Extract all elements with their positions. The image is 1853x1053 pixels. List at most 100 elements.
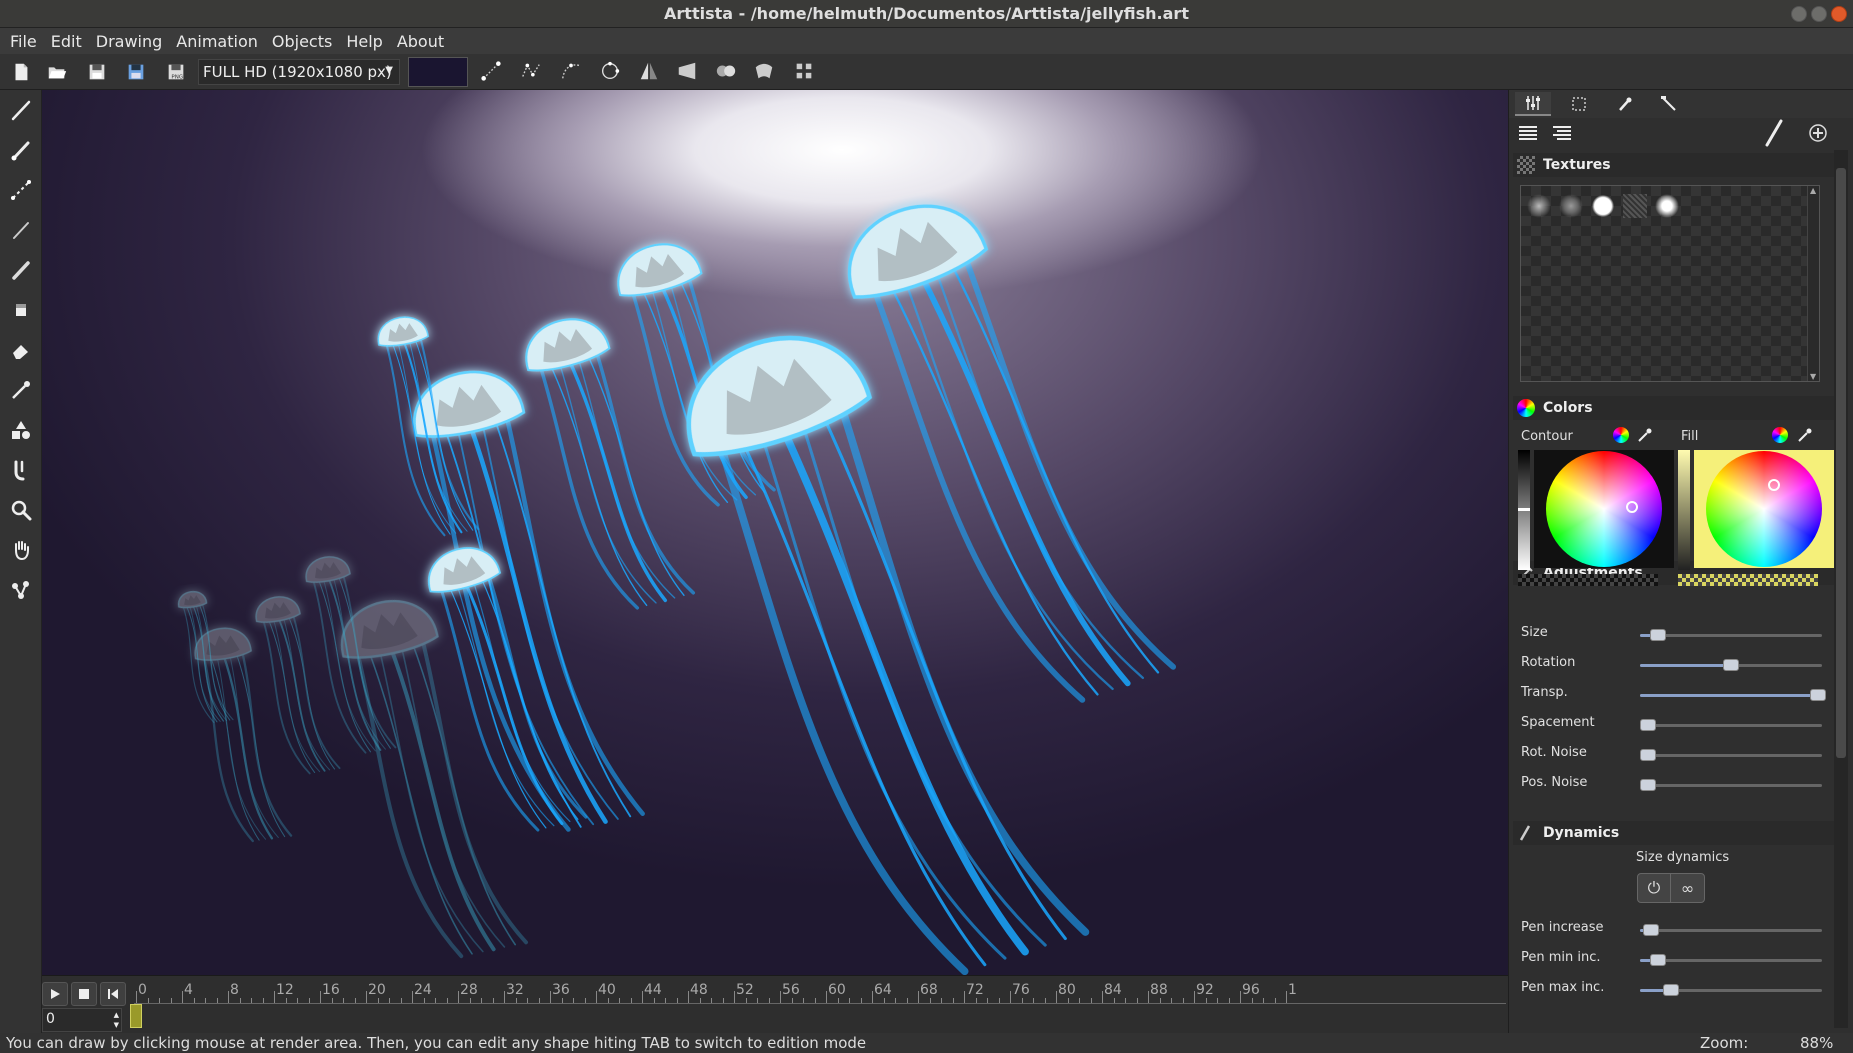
slider-track[interactable] [1640,719,1822,731]
tool-shapes[interactable] [7,416,35,444]
timeline-ruler[interactable]: 0 4 8 12 16 20 24 28 32 36 40 44 48 52 56 60 64 68 72 76 80 8… [134,980,1506,1004]
slider-handle[interactable] [1640,779,1656,791]
background-color-swatch[interactable] [408,57,468,87]
render-area[interactable] [42,90,1508,975]
slider-track[interactable] [1640,629,1822,641]
contour-color-picker[interactable] [1534,450,1674,568]
detail-view-button[interactable] [1549,120,1575,146]
fill-alpha-strip[interactable] [1678,574,1818,586]
tab-adjustments[interactable] [1515,92,1551,116]
tool-smudge[interactable] [7,456,35,484]
save-button[interactable] [84,60,110,84]
panel-scrollbar[interactable] [1834,150,1848,1028]
spin-up-icon[interactable]: ▲ [114,1011,119,1019]
scroll-up-icon[interactable]: ▲ [1810,186,1816,195]
open-file-button[interactable] [44,60,70,84]
warp-button[interactable] [753,60,779,84]
dynamics-off-button[interactable]: ⏻ [1638,874,1671,902]
contour-brightness-bar[interactable] [1518,450,1530,570]
texture-noise[interactable] [1623,194,1647,218]
fill-brightness-bar[interactable] [1678,450,1690,570]
slider-track[interactable] [1640,689,1827,701]
tab-tools[interactable] [1651,92,1687,116]
flip-button[interactable] [638,60,664,84]
dynamics-section-header[interactable]: Dynamics [1513,821,1838,845]
textures-section-header[interactable]: Textures [1513,153,1838,177]
contour-color-selector[interactable] [1626,501,1638,513]
slider-handle[interactable] [1723,659,1739,671]
tool-eyedropper[interactable] [7,376,35,404]
slider-track[interactable] [1640,954,1822,966]
texture-grain[interactable] [1559,194,1583,218]
menu-animation[interactable]: Animation [176,32,258,51]
current-frame-marker[interactable] [130,1004,142,1028]
curve-button[interactable] [560,60,586,84]
contour-alpha-strip[interactable] [1518,574,1658,586]
export-png-button[interactable]: PNG [163,60,189,84]
slider-track[interactable] [1640,749,1822,761]
menu-help[interactable]: Help [346,32,382,51]
fill-color-picker[interactable] [1694,450,1834,568]
menu-about[interactable]: About [397,32,444,51]
perspective-button[interactable] [676,60,702,84]
frame-spinner[interactable]: 0 ▲ ▼ [42,1008,122,1032]
new-file-button[interactable] [8,60,34,84]
minimize-button[interactable] [1791,6,1807,22]
polyline-button[interactable] [520,60,546,84]
texture-soft[interactable] [1527,194,1551,218]
tool-pen[interactable] [7,96,35,124]
tool-fill[interactable] [7,296,35,324]
resolution-select[interactable]: FULL HD (1920x1080 px) ▼ [198,59,400,85]
colors-section-header[interactable]: Colors [1513,396,1838,420]
tool-dotted-line[interactable] [7,176,35,204]
add-brush-button[interactable] [1805,120,1831,146]
slider-handle[interactable] [1640,719,1656,731]
menu-drawing[interactable]: Drawing [96,32,163,51]
slider-handle[interactable] [1642,924,1659,936]
play-button[interactable] [42,982,68,1006]
textures-scrollbar[interactable]: ▲ ▼ [1807,186,1819,381]
stop-button[interactable] [71,982,97,1006]
slider-handle[interactable] [1662,984,1679,996]
dynamics-loop-button[interactable]: ∞ [1671,874,1704,902]
blend-button[interactable] [715,60,741,84]
slider-handle[interactable] [1650,629,1667,641]
current-brush-preview[interactable] [1759,118,1787,148]
menu-file[interactable]: File [10,32,37,51]
scroll-down-icon[interactable]: ▼ [1810,372,1816,381]
texture-star[interactable] [1655,194,1679,218]
close-button[interactable] [1831,6,1847,22]
tool-brush[interactable] [7,136,35,164]
tool-pencil[interactable] [7,216,35,244]
slider-handle[interactable] [1640,749,1656,761]
tool-marker[interactable] [7,256,35,284]
transform-points-button[interactable] [480,60,506,84]
tab-selection[interactable] [1561,92,1597,116]
save-as-button[interactable] [123,60,149,84]
slider-track[interactable] [1640,924,1822,936]
scrollbar-thumb[interactable] [1836,168,1846,758]
tool-pan[interactable] [7,536,35,564]
slider-handle[interactable] [1810,689,1827,701]
tool-nodes[interactable] [7,576,35,604]
slider-track[interactable] [1640,659,1822,671]
list-view-button[interactable] [1515,120,1541,146]
textures-grid[interactable]: ▲ ▼ [1520,185,1820,382]
fill-color-selector[interactable] [1768,479,1780,491]
contour-eyedropper-button[interactable] [1636,426,1654,444]
maximize-button[interactable] [1811,6,1827,22]
spin-down-icon[interactable]: ▼ [114,1021,119,1029]
menu-edit[interactable]: Edit [51,32,82,51]
fill-hue-wheel[interactable] [1706,451,1822,567]
menu-objects[interactable]: Objects [272,32,332,51]
fill-color-wheel-icon[interactable] [1772,427,1788,443]
slider-track[interactable] [1640,779,1822,791]
grid-distort-button[interactable] [793,60,819,84]
tool-eraser[interactable] [7,336,35,364]
slider-handle[interactable] [1650,954,1667,966]
texture-hard[interactable] [1591,194,1615,218]
tool-zoom[interactable] [7,496,35,524]
circle-shape-button[interactable] [599,60,625,84]
tab-brush-settings[interactable] [1607,92,1643,116]
contour-hue-wheel[interactable] [1546,451,1662,567]
